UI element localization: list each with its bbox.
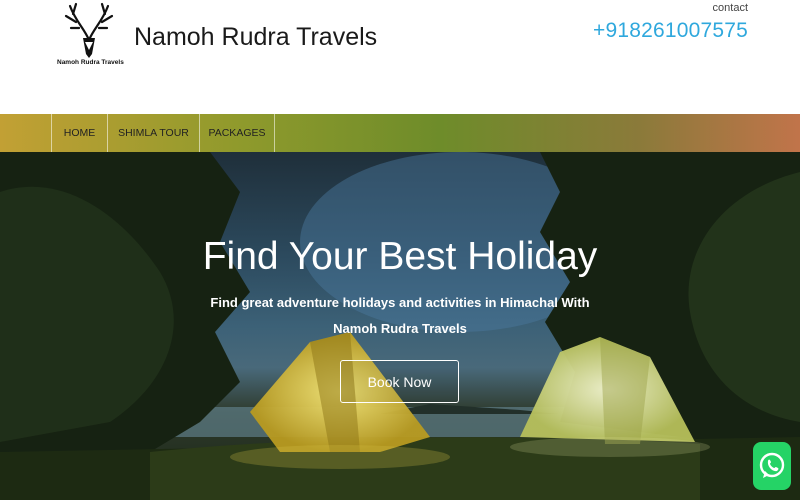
book-now-button[interactable]: Book Now bbox=[340, 360, 459, 403]
hero-banner: Find Your Best Holiday Find great advent… bbox=[0, 152, 800, 500]
main-nav: HOME SHIMLA TOUR PACKAGES bbox=[0, 114, 800, 152]
hero-subtitle: Find great adventure holidays and activi… bbox=[200, 290, 600, 342]
nav-item-packages[interactable]: PACKAGES bbox=[199, 114, 275, 152]
phone-number[interactable]: +918261007575 bbox=[593, 19, 748, 43]
logo-caption: Namoh Rudra Travels bbox=[57, 59, 124, 66]
nav-item-home[interactable]: HOME bbox=[51, 114, 107, 152]
hero-subtitle-line2: Namoh Rudra Travels bbox=[333, 321, 467, 336]
whatsapp-button[interactable] bbox=[753, 442, 791, 490]
whatsapp-icon bbox=[759, 452, 785, 478]
site-header: Namoh Rudra Travels Namoh Rudra Travels … bbox=[0, 0, 800, 114]
brand-name[interactable]: Namoh Rudra Travels bbox=[134, 23, 377, 52]
contact-label: contact bbox=[712, 2, 748, 14]
hero-subtitle-line1: Find great adventure holidays and activi… bbox=[210, 295, 590, 310]
hero-title: Find Your Best Holiday bbox=[202, 235, 598, 278]
nav-item-shimla-tour[interactable]: SHIMLA TOUR bbox=[107, 114, 199, 152]
